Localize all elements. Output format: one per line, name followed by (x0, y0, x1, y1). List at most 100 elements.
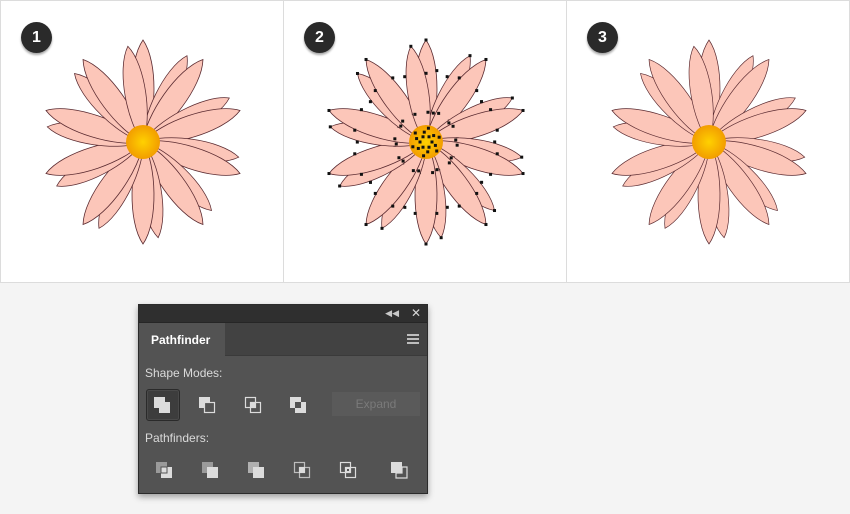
anchor-point (489, 172, 493, 176)
anchor-point (431, 171, 435, 175)
unite-button[interactable] (146, 389, 180, 421)
anchor-point (510, 96, 514, 100)
expand-button[interactable]: Expand (332, 392, 420, 416)
anchor-point (454, 138, 458, 142)
anchor-point (457, 76, 461, 80)
anchor-point (399, 124, 403, 128)
anchor-point (435, 149, 439, 153)
anchor-point (391, 76, 395, 80)
outline-button[interactable] (332, 454, 366, 486)
anchor-point (439, 236, 443, 240)
anchor-point (520, 155, 524, 159)
anchor-point (435, 69, 439, 73)
anchor-point (359, 172, 363, 176)
anchor-point (426, 126, 430, 130)
minus-back-icon (391, 462, 408, 479)
tab-pathfinder[interactable]: Pathfinder (139, 323, 225, 356)
panel-menu-icon[interactable] (407, 334, 419, 344)
anchor-point (457, 204, 461, 208)
anchor-point (422, 130, 426, 134)
divide-icon (156, 462, 172, 478)
anchor-point (418, 140, 422, 144)
anchor-point (415, 137, 419, 141)
double-chevron-left-icon[interactable]: ◀◀ (385, 307, 399, 319)
anchor-point (521, 108, 525, 112)
trim-button[interactable] (194, 454, 228, 486)
crop-button[interactable] (286, 454, 320, 486)
anchor-point (421, 145, 425, 149)
anchor-point (327, 172, 331, 176)
step-illustrations: 1 2 3 (0, 0, 850, 284)
flower-center (409, 125, 443, 159)
step-1-panel: 1 (0, 0, 284, 283)
minus-back-button[interactable] (383, 454, 417, 486)
anchor-point (435, 211, 439, 215)
anchor-point (495, 152, 499, 156)
anchor-point (432, 134, 436, 138)
anchor-point (380, 226, 384, 230)
step-2-panel: 2 (283, 0, 567, 283)
anchor-point (373, 191, 377, 195)
outline-icon (339, 461, 357, 479)
anchor-point (455, 143, 459, 147)
anchor-point (411, 169, 415, 173)
anchor-point (493, 209, 497, 213)
step-2-badge: 2 (304, 22, 335, 53)
flower-center (126, 125, 160, 159)
anchor-point (373, 89, 377, 93)
anchor-point (480, 100, 484, 104)
anchor-point (355, 71, 359, 75)
anchor-point (359, 108, 363, 112)
minus-front-button[interactable] (191, 389, 225, 421)
panel-titlebar[interactable]: ◀◀ ✕ (139, 305, 427, 323)
exclude-button[interactable] (282, 389, 316, 421)
merge-button[interactable] (240, 454, 274, 486)
crop-icon (293, 461, 311, 479)
anchor-point (413, 112, 417, 116)
anchor-point (409, 44, 413, 48)
anchor-point (391, 204, 395, 208)
close-icon[interactable]: ✕ (411, 306, 421, 320)
anchor-point (475, 191, 479, 195)
anchor-point (489, 108, 493, 112)
flower-center (692, 125, 726, 159)
anchor-point (403, 75, 407, 79)
divide-button[interactable] (148, 454, 182, 486)
anchor-point (445, 205, 449, 209)
pathfinder-panel: ◀◀ ✕ Pathfinder Shape Modes: Expand Path… (138, 304, 428, 494)
anchor-point (368, 180, 372, 184)
anchor-point (433, 143, 437, 147)
anchor-point (449, 156, 453, 160)
step-3-badge: 3 (587, 22, 618, 53)
anchor-point (401, 159, 405, 163)
anchor-point (417, 169, 421, 173)
anchor-point (413, 131, 417, 135)
anchor-point (445, 75, 449, 79)
anchor-point (480, 180, 484, 184)
anchor-point (468, 54, 472, 58)
anchor-point (447, 161, 451, 165)
trim-icon (202, 462, 218, 478)
merge-icon (248, 462, 264, 478)
anchor-point (427, 145, 431, 149)
minus-front-icon (199, 397, 216, 414)
step-1-badge: 1 (21, 22, 52, 53)
anchor-point (431, 111, 435, 115)
anchor-point (437, 111, 441, 115)
anchor-point (403, 205, 407, 209)
intersect-button[interactable] (237, 389, 271, 421)
step-3-panel: 3 (566, 0, 850, 283)
anchor-point (484, 57, 488, 61)
anchor-point (328, 125, 332, 129)
anchor-point (426, 110, 430, 114)
anchor-point (521, 172, 525, 176)
anchor-point (364, 57, 368, 61)
unite-icon (154, 397, 170, 413)
anchor-point (426, 150, 430, 154)
anchor-point (484, 223, 488, 227)
anchor-point (422, 154, 426, 158)
anchor-point (364, 223, 368, 227)
anchor-point (416, 146, 420, 150)
anchor-point (430, 140, 434, 144)
shape-modes-label: Shape Modes: (145, 366, 223, 380)
